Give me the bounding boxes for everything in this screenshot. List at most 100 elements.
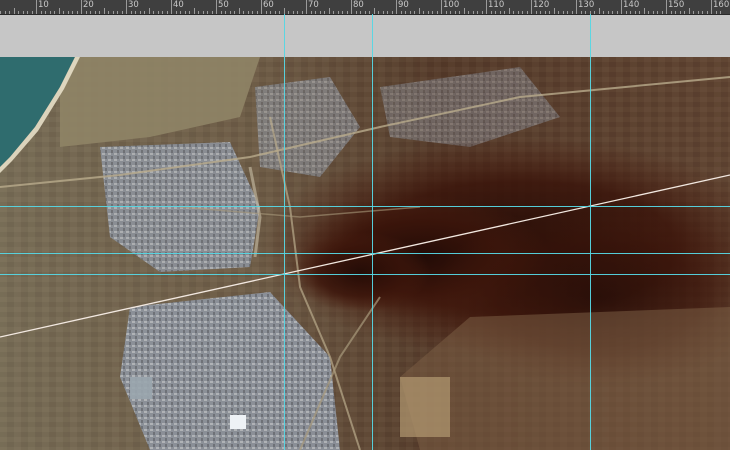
ruler-label: 110 <box>488 0 505 10</box>
ruler-tick <box>432 11 433 14</box>
ruler-tick <box>446 11 447 14</box>
ruler-tick <box>491 11 492 14</box>
ruler-tick <box>176 11 177 14</box>
ruler-tick <box>221 11 222 14</box>
ruler-tick <box>504 11 505 14</box>
ruler-label: 100 <box>443 0 460 10</box>
ruler-tick <box>329 8 330 14</box>
ruler-label: 80 <box>353 0 364 10</box>
ruler-tick <box>680 11 681 14</box>
ruler-tick <box>392 11 393 14</box>
ruler-tick <box>279 11 280 14</box>
ruler-tick <box>599 8 600 14</box>
horizontal-ruler[interactable]: 10 20 30 40 50 60 70 80 90 100 110 120 130 140 150 160 <box>0 0 730 15</box>
ruler-tick <box>410 11 411 14</box>
ruler-tick <box>162 11 163 14</box>
pasteboard <box>0 15 730 57</box>
ruler-tick <box>9 11 10 14</box>
ruler-label: 90 <box>398 0 409 10</box>
ruler-tick <box>198 11 199 14</box>
ruler-tick <box>540 11 541 14</box>
ruler-tick <box>374 8 375 14</box>
ruler-tick <box>531 0 532 14</box>
guide-horizontal-1[interactable] <box>0 206 730 207</box>
ruler-label: 10 <box>38 0 49 10</box>
ruler-tick <box>527 11 528 14</box>
guide-horizontal-3[interactable] <box>0 274 730 275</box>
ruler-tick <box>216 0 217 14</box>
ruler-tick <box>261 0 262 14</box>
ruler-tick <box>608 11 609 14</box>
ruler-tick <box>648 11 649 14</box>
ruler-tick <box>464 8 465 14</box>
ruler-tick <box>639 11 640 14</box>
ruler-tick <box>63 11 64 14</box>
ruler-tick <box>131 11 132 14</box>
ruler-tick <box>50 11 51 14</box>
ruler-tick <box>180 11 181 14</box>
ruler-tick <box>396 0 397 14</box>
ruler-tick <box>68 11 69 14</box>
ruler-tick <box>369 11 370 14</box>
ruler-tick <box>122 11 123 14</box>
ruler-tick <box>468 11 469 14</box>
ruler-tick <box>230 11 231 14</box>
ruler-tick <box>558 11 559 14</box>
ruler-label: 20 <box>83 0 94 10</box>
ruler-tick <box>581 11 582 14</box>
ruler-tick <box>149 8 150 14</box>
ruler-tick <box>513 11 514 14</box>
ruler-tick <box>567 11 568 14</box>
ruler-tick <box>644 8 645 14</box>
ruler-label: 40 <box>173 0 184 10</box>
ruler-tick <box>383 11 384 14</box>
ruler-tick <box>342 11 343 14</box>
ruler-tick <box>554 8 555 14</box>
ruler-tick <box>626 11 627 14</box>
ruler-tick <box>5 11 6 14</box>
guide-horizontal-2[interactable] <box>0 253 730 254</box>
ruler-tick <box>617 11 618 14</box>
ruler-tick <box>576 0 577 14</box>
ruler-tick <box>59 8 60 14</box>
ruler-label: 160 <box>713 0 730 10</box>
ruler-tick <box>239 8 240 14</box>
ruler-tick <box>257 11 258 14</box>
ruler-tick <box>23 11 24 14</box>
ruler-tick <box>653 11 654 14</box>
ruler-tick <box>81 0 82 14</box>
ruler-tick <box>144 11 145 14</box>
guide-vertical-2[interactable] <box>372 14 373 450</box>
guide-vertical-1[interactable] <box>284 14 285 450</box>
ruler-tick <box>113 11 114 14</box>
ruler-tick <box>594 11 595 14</box>
ruler-tick <box>716 11 717 14</box>
ruler-tick <box>266 11 267 14</box>
ruler-tick <box>477 11 478 14</box>
ruler-tick <box>360 11 361 14</box>
ruler-tick <box>324 11 325 14</box>
ruler-tick <box>189 11 190 14</box>
ruler-tick <box>18 11 19 14</box>
ruler-tick <box>356 11 357 14</box>
ruler-tick <box>338 11 339 14</box>
guide-vertical-3[interactable] <box>590 14 591 450</box>
ruler-tick <box>171 0 172 14</box>
ruler-tick <box>500 11 501 14</box>
ruler-tick <box>509 8 510 14</box>
ruler-tick <box>252 11 253 14</box>
ruler-tick <box>185 11 186 14</box>
ruler-tick <box>450 11 451 14</box>
ruler-tick <box>99 11 100 14</box>
ruler-tick <box>234 11 235 14</box>
ruler-label: 150 <box>668 0 685 10</box>
ruler-tick <box>351 0 352 14</box>
ruler-tick <box>302 11 303 14</box>
ruler-tick <box>293 11 294 14</box>
ruler-tick <box>545 11 546 14</box>
ruler-tick <box>347 11 348 14</box>
ruler-tick <box>630 11 631 14</box>
ruler-tick <box>54 11 55 14</box>
ruler-tick <box>495 11 496 14</box>
ruler-label: 30 <box>128 0 139 10</box>
